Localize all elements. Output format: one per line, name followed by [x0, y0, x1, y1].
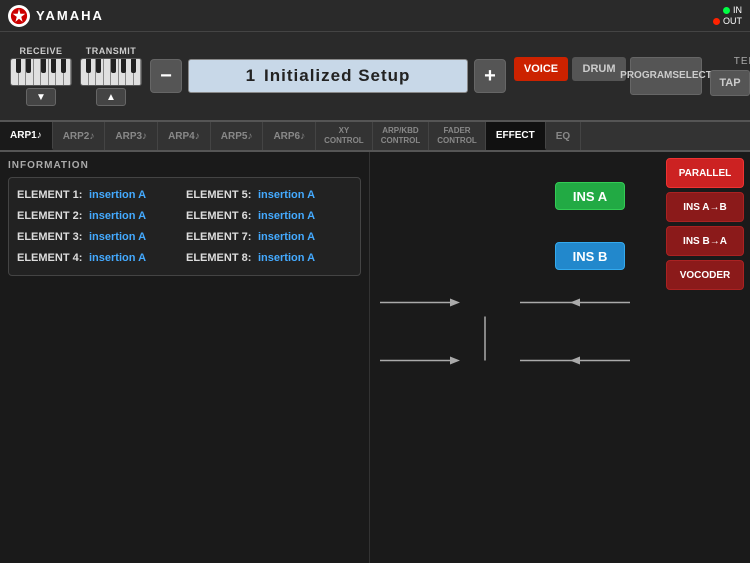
preset-minus-button[interactable]: − [150, 59, 182, 93]
program-select-button[interactable]: PROGRAM SELECT [630, 57, 702, 95]
app-title: YAMAHA [36, 8, 104, 23]
parallel-button[interactable]: PARALLEL [666, 158, 744, 188]
vocoder-button[interactable]: VOCODER [666, 260, 744, 290]
element-row-3: ELEMENT 3: insertion A [17, 228, 183, 246]
element-4-value: insertion A [89, 252, 146, 264]
tab-arp2[interactable]: ARP2♪ [53, 122, 106, 150]
element-row-6: ELEMENT 6: insertion A [186, 207, 352, 225]
ins-b-to-a-button[interactable]: INS B→A [666, 226, 744, 256]
preset-name-box: 1 Initialized Setup [188, 59, 468, 93]
receive-block: RECEIVE ▼ [10, 46, 72, 106]
ins-a-to-b-label: INS A→B [683, 202, 727, 213]
program-label-line2: SELECT [672, 70, 711, 82]
tab-arp4[interactable]: ARP4♪ [158, 122, 211, 150]
information-label: INFORMATION [8, 160, 361, 171]
preset-name: Initialized Setup [264, 66, 410, 86]
tab-eq[interactable]: EQ [546, 122, 581, 150]
tab-arp-kbd-control[interactable]: ARP/KBD CONTROL [373, 122, 430, 150]
tab-row: ARP1♪ ARP2♪ ARP3♪ ARP4♪ ARP5♪ ARP6♪ XY C… [0, 122, 750, 152]
header-section: RECEIVE ▼ TRANSMIT [0, 32, 750, 122]
effect-buttons: PARALLEL INS A→B INS B→A VOCODER [666, 158, 744, 290]
vocoder-label: VOCODER [680, 270, 731, 281]
tab-arp-kbd-line1: ARP/KBD [382, 126, 418, 136]
element-8-value: insertion A [258, 252, 315, 264]
tempo-label: TEMPO [734, 56, 750, 67]
element-7-name: ELEMENT 7: [186, 231, 254, 243]
element-2-value: insertion A [89, 210, 146, 222]
ins-a-to-b-button[interactable]: INS A→B [666, 192, 744, 222]
info-panel: INFORMATION ELEMENT 1: insertion A ELEME… [0, 152, 370, 563]
element-5-value: insertion A [258, 189, 315, 201]
preset-display: − 1 Initialized Setup + [150, 59, 506, 93]
element-7-value: insertion A [258, 231, 315, 243]
tab-arp3[interactable]: ARP3♪ [105, 122, 158, 150]
element-6-value: insertion A [258, 210, 315, 222]
preset-plus-button[interactable]: + [474, 59, 506, 93]
yamaha-logo: YAMAHA [8, 5, 104, 27]
tab-arp-kbd-line2: CONTROL [381, 136, 421, 146]
led-out-label: OUT [723, 16, 742, 26]
element-row-8: ELEMENT 8: insertion A [186, 249, 352, 267]
led-out [713, 18, 720, 25]
status-leds: IN OUT [713, 5, 742, 26]
receive-piano [10, 58, 72, 86]
element-5-name: ELEMENT 5: [186, 189, 254, 201]
element-3-value: insertion A [89, 231, 146, 243]
led-in [723, 7, 730, 14]
element-4-name: ELEMENT 4: [17, 252, 85, 264]
top-bar: YAMAHA IN OUT [0, 0, 750, 32]
element-row-7: ELEMENT 7: insertion A [186, 228, 352, 246]
mode-buttons: VOICE DRUM PROGRAM SELECT [514, 57, 702, 95]
tab-fader-line2: CONTROL [437, 136, 477, 146]
element-1-value: insertion A [89, 189, 146, 201]
tap-button[interactable]: TAP [710, 70, 750, 96]
led-in-label: IN [733, 5, 742, 15]
content-area: INFORMATION ELEMENT 1: insertion A ELEME… [0, 152, 750, 563]
tab-arp6[interactable]: ARP6♪ [263, 122, 316, 150]
element-6-name: ELEMENT 6: [186, 210, 254, 222]
ins-b-to-a-label: INS B→A [683, 236, 727, 247]
drum-button[interactable]: DRUM [572, 57, 626, 81]
element-2-name: ELEMENT 2: [17, 210, 85, 222]
element-3-name: ELEMENT 3: [17, 231, 85, 243]
program-label-line1: PROGRAM [620, 70, 672, 82]
element-row-5: ELEMENT 5: insertion A [186, 186, 352, 204]
tab-xy-line2: CONTROL [324, 136, 364, 146]
tab-arp1[interactable]: ARP1♪ [0, 122, 53, 150]
yamaha-icon [8, 5, 30, 27]
elements-grid: ELEMENT 1: insertion A ELEMENT 5: insert… [8, 177, 361, 276]
parallel-label: PARALLEL [679, 168, 732, 179]
transmit-block: TRANSMIT ▲ [80, 46, 142, 106]
tab-arp5[interactable]: ARP5♪ [211, 122, 264, 150]
tempo-block: TEMPO TAP 124 [710, 56, 750, 96]
transmit-label: TRANSMIT [86, 46, 137, 56]
tab-xy-control[interactable]: XY CONTROL [316, 122, 373, 150]
effect-panel: INS A INS B PARALLEL INS A→B INS B→A VOC… [370, 152, 750, 563]
ins-b-box[interactable]: INS B [555, 242, 625, 270]
transmit-up-button[interactable]: ▲ [96, 88, 126, 106]
tab-fader-line1: FADER [443, 126, 470, 136]
voice-button[interactable]: VOICE [514, 57, 568, 81]
page-wrapper: YAMAHA IN OUT RECEIVE [0, 0, 750, 563]
transmit-piano [80, 58, 142, 86]
receive-label: RECEIVE [19, 46, 62, 56]
element-8-name: ELEMENT 8: [186, 252, 254, 264]
tab-effect[interactable]: EFFECT [486, 122, 546, 150]
ins-b-label: INS B [573, 249, 608, 264]
ins-a-label: INS A [573, 189, 607, 204]
element-row-2: ELEMENT 2: insertion A [17, 207, 183, 225]
ins-a-box[interactable]: INS A [555, 182, 625, 210]
receive-down-button[interactable]: ▼ [26, 88, 56, 106]
tab-xy-line1: XY [339, 126, 350, 136]
element-row-1: ELEMENT 1: insertion A [17, 186, 183, 204]
element-1-name: ELEMENT 1: [17, 189, 85, 201]
tab-fader-control[interactable]: FADER CONTROL [429, 122, 486, 150]
preset-number: 1 [246, 66, 256, 86]
element-row-4: ELEMENT 4: insertion A [17, 249, 183, 267]
